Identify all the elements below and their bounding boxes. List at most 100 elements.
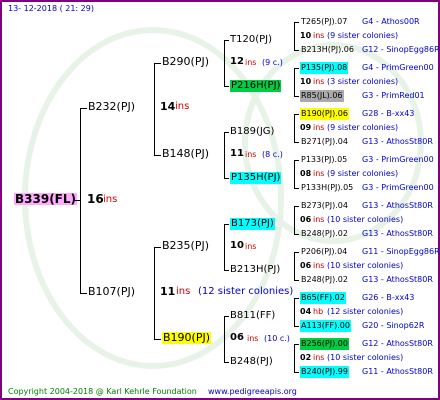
queen-b248[interactable]: B248(PJ): [230, 356, 273, 368]
ancestor-sister-note: (10 sister colonies): [327, 261, 404, 270]
ancestor-ins-label: ins: [313, 261, 325, 270]
connector: [294, 234, 299, 235]
ancestor-line: G13 - AthosSt80R: [362, 201, 433, 210]
connector: [224, 316, 229, 317]
connector: [294, 160, 299, 161]
connector: [224, 132, 225, 178]
ancestor-queen[interactable]: B271(PJ).04: [300, 136, 349, 148]
queen-p216h[interactable]: P216H(PJ): [230, 80, 282, 92]
root-ins-count: 16: [87, 192, 104, 206]
connector: [80, 293, 87, 294]
b190-ins-count: 06: [230, 332, 244, 343]
connector: [224, 224, 225, 270]
connector: [294, 372, 299, 373]
ancestor-queen[interactable]: P133H(PJ).05: [300, 182, 354, 194]
ancestor-ins-count: 08: [300, 169, 312, 178]
root-queen[interactable]: B339(FL): [14, 193, 78, 205]
dam-sister-note: (12 sister colonies): [198, 286, 294, 297]
connector: [294, 344, 299, 345]
connector: [154, 247, 161, 248]
queen-b235[interactable]: B235(PJ): [162, 240, 209, 252]
ancestor-queen[interactable]: B240(PJ).99: [300, 366, 349, 378]
connector: [80, 108, 81, 294]
ancestor-line: G20 - Sinop62R: [362, 321, 425, 330]
connector: [224, 224, 229, 225]
queen-p135h[interactable]: P135H(PJ): [230, 172, 282, 184]
queen-b190[interactable]: B190(PJ): [162, 332, 212, 344]
ancestor-queen[interactable]: B273(PJ).04: [300, 200, 349, 212]
ancestor-ins-count: 06: [300, 261, 312, 270]
ancestor-sister-note: (9 sister colonies): [327, 123, 399, 132]
connector: [294, 206, 299, 207]
header-date: 13- 12-2018 ( 21: 29): [8, 4, 94, 13]
ancestor-queen[interactable]: P135(PJ).08: [300, 62, 349, 74]
ancestor-ins-label: ins: [313, 31, 325, 40]
b148-ins-label: ins: [245, 150, 257, 159]
dam-ins-label: ins: [176, 286, 191, 297]
connector: [294, 188, 299, 189]
connector: [154, 63, 161, 64]
ancestor-queen[interactable]: B248(PJ).02: [300, 228, 349, 240]
queen-b213h[interactable]: B213H(PJ): [230, 264, 280, 276]
ancestor-line: G3 - PrimGreen00: [362, 183, 434, 192]
ancestor-line: G11 - SinopEgg86R: [362, 247, 440, 256]
ancestor-queen[interactable]: B65(FF).02: [300, 292, 346, 304]
sire-ins-count: 14: [160, 100, 176, 113]
b290-ins-count: 12: [230, 56, 244, 67]
connector: [294, 50, 299, 51]
queen-b148[interactable]: B148(PJ): [162, 148, 209, 160]
b190-ins-label: ins: [247, 334, 259, 343]
dam-queen[interactable]: B107(PJ): [88, 286, 135, 298]
connector: [224, 132, 229, 133]
ancestor-ins-count: 02: [300, 353, 312, 362]
sire-ins-label: ins: [175, 101, 190, 112]
ancestor-line: G4 - PrimGreen00: [362, 63, 434, 72]
ancestor-line: G3 - PrimGreen00: [362, 155, 434, 164]
connector: [154, 339, 161, 340]
ancestor-queen[interactable]: T265(PJ).07: [300, 16, 348, 28]
connector: [224, 40, 229, 41]
ancestor-queen[interactable]: R85(JL).06: [300, 90, 344, 102]
ancestor-line: G11 - AthosSt80R: [362, 367, 433, 376]
connector: [294, 114, 299, 115]
connector: [154, 247, 155, 339]
ancestor-queen[interactable]: P133(PJ).05: [300, 154, 348, 166]
ancestor-ins-label: ins: [313, 123, 325, 132]
queen-b811[interactable]: B811(FF): [230, 310, 275, 322]
queen-b173[interactable]: B173(PJ): [230, 218, 275, 230]
queen-t120[interactable]: T120(PJ): [230, 34, 272, 46]
queen-b189[interactable]: B189(JG): [230, 126, 274, 138]
ancestor-queen[interactable]: B256(PJ).00: [300, 338, 349, 350]
ancestor-queen[interactable]: B248(PJ).02: [300, 274, 349, 286]
ancestor-ins-label: ins: [313, 215, 325, 224]
connector: [154, 155, 161, 156]
connector: [294, 344, 295, 372]
connector: [294, 68, 295, 96]
ancestor-queen[interactable]: P206(PJ).04: [300, 246, 348, 258]
connector: [154, 63, 155, 155]
ancestor-line: G13 - AthosSt80R: [362, 275, 433, 284]
ancestor-queen[interactable]: B190(PJ).06: [300, 108, 349, 120]
ancestor-ins-count: 09: [300, 123, 312, 132]
connector: [294, 160, 295, 188]
connector: [294, 326, 299, 327]
b148-ins-count: 11: [230, 148, 244, 159]
connector: [294, 252, 295, 280]
b235-ins-label: ins: [245, 242, 257, 251]
connector: [294, 142, 299, 143]
queen-b290[interactable]: B290(PJ): [162, 56, 209, 68]
sire-queen[interactable]: B232(PJ): [88, 101, 135, 113]
ancestor-line: G3 - PrimRed01: [362, 91, 425, 100]
ancestor-ins-count: 04: [300, 307, 312, 316]
connector: [224, 86, 229, 87]
ancestor-line: G12 - AthosSt80R: [362, 339, 433, 348]
connector: [224, 316, 225, 362]
footer-site[interactable]: www.pedigreeapis.org: [208, 386, 297, 398]
connector: [294, 252, 299, 253]
connector: [294, 114, 295, 142]
ancestor-ins-label: ins: [313, 353, 325, 362]
ancestor-sister-note: (3 sister colonies): [327, 77, 399, 86]
ancestor-queen[interactable]: A113(FF).00: [300, 320, 351, 332]
connector: [294, 280, 299, 281]
ancestor-queen[interactable]: B213H(PJ).06: [300, 44, 355, 56]
